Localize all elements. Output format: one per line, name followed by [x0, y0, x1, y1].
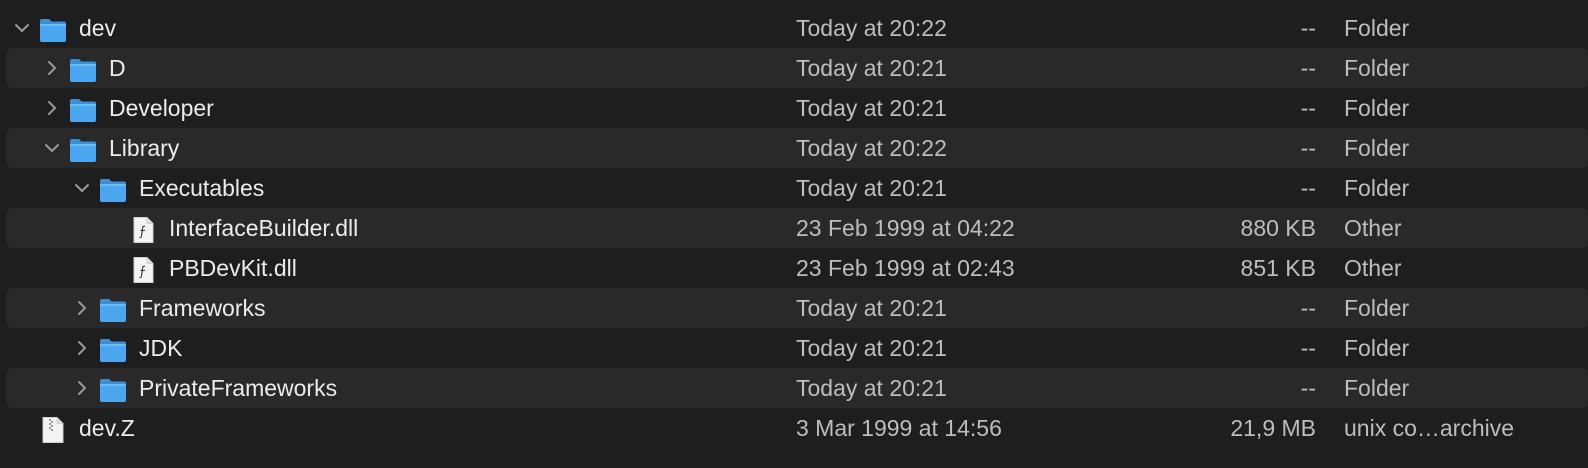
file-kind: Folder	[1344, 295, 1410, 321]
file-list: dev Today at 20:22 -- Folder D Today at 20:21…	[0, 8, 1588, 448]
file-size: --	[1300, 15, 1316, 41]
folder-icon	[99, 335, 127, 362]
file-kind: Folder	[1344, 135, 1410, 161]
item-name: Library	[109, 135, 180, 161]
folder-icon	[99, 295, 127, 322]
date-modified: Today at 20:21	[796, 295, 947, 321]
list-item[interactable]: Developer Today at 20:21 -- Folder	[0, 88, 1588, 128]
folder-icon	[99, 375, 127, 402]
item-name: JDK	[139, 335, 183, 361]
file-kind: Folder	[1344, 95, 1410, 121]
archive-icon	[39, 415, 67, 443]
list-item[interactable]: Executables Today at 20:21 -- Folder	[0, 168, 1588, 208]
file-size: --	[1300, 295, 1316, 321]
file-size: 851 KB	[1240, 255, 1316, 281]
chevron-right-icon[interactable]	[71, 368, 93, 408]
file-kind: unix co…archive	[1344, 415, 1515, 441]
chevron-right-icon[interactable]	[41, 48, 63, 88]
chevron-down-icon[interactable]	[11, 8, 33, 48]
chevron-down-icon[interactable]	[41, 128, 63, 168]
item-name: PrivateFrameworks	[139, 375, 338, 401]
file-size: --	[1300, 55, 1316, 81]
file-kind: Other	[1344, 255, 1402, 281]
date-modified: Today at 20:21	[796, 55, 947, 81]
file-icon	[129, 215, 157, 243]
item-name: dev.Z	[79, 415, 135, 441]
list-item[interactable]: Library Today at 20:22 -- Folder	[0, 128, 1588, 168]
list-item[interactable]: InterfaceBuilder.dll 23 Feb 1999 at 04:22…	[0, 208, 1588, 248]
chevron-down-icon[interactable]	[71, 168, 93, 208]
date-modified: 23 Feb 1999 at 04:22	[796, 215, 1015, 241]
chevron-right-icon[interactable]	[71, 288, 93, 328]
file-size: --	[1300, 175, 1316, 201]
folder-icon	[99, 175, 127, 202]
list-item[interactable]: dev Today at 20:22 -- Folder	[0, 8, 1588, 48]
file-size: 880 KB	[1240, 215, 1316, 241]
chevron-right-icon[interactable]	[71, 328, 93, 368]
date-modified: Today at 20:21	[796, 375, 947, 401]
file-size: --	[1300, 95, 1316, 121]
list-item[interactable]: JDK Today at 20:21 -- Folder	[0, 328, 1588, 368]
file-kind: Other	[1344, 215, 1402, 241]
item-name: Executables	[139, 175, 265, 201]
file-size: --	[1300, 375, 1316, 401]
file-kind: Folder	[1344, 15, 1410, 41]
date-modified: Today at 20:22	[796, 15, 947, 41]
list-item[interactable]: D Today at 20:21 -- Folder	[0, 48, 1588, 88]
list-item[interactable]: PrivateFrameworks Today at 20:21 -- Folder	[0, 368, 1588, 408]
list-item[interactable]: PBDevKit.dll 23 Feb 1999 at 02:43 851 KB Ot…	[0, 248, 1588, 288]
date-modified: Today at 20:21	[796, 175, 947, 201]
item-name: PBDevKit.dll	[169, 255, 297, 281]
item-name: InterfaceBuilder.dll	[169, 215, 359, 241]
file-kind: Folder	[1344, 375, 1410, 401]
date-modified: 3 Mar 1999 at 14:56	[796, 415, 1002, 441]
date-modified: Today at 20:22	[796, 135, 947, 161]
item-name: D	[109, 55, 126, 81]
chevron-right-icon[interactable]	[41, 88, 63, 128]
date-modified: Today at 20:21	[796, 95, 947, 121]
file-size: --	[1300, 335, 1316, 361]
item-name: Developer	[109, 95, 214, 121]
file-size: --	[1300, 135, 1316, 161]
date-modified: Today at 20:21	[796, 335, 947, 361]
folder-icon	[39, 15, 67, 42]
file-size: 21,9 MB	[1230, 415, 1316, 441]
list-item[interactable]: dev.Z 3 Mar 1999 at 14:56 21,9 MB unix co…a…	[0, 408, 1588, 448]
folder-icon	[69, 95, 97, 122]
file-icon	[129, 255, 157, 283]
list-item[interactable]: Frameworks Today at 20:21 -- Folder	[0, 288, 1588, 328]
file-kind: Folder	[1344, 175, 1410, 201]
item-name: Frameworks	[139, 295, 266, 321]
folder-icon	[69, 135, 97, 162]
file-kind: Folder	[1344, 55, 1410, 81]
item-name: dev	[79, 15, 117, 41]
date-modified: 23 Feb 1999 at 02:43	[796, 255, 1015, 281]
folder-icon	[69, 55, 97, 82]
file-kind: Folder	[1344, 335, 1410, 361]
